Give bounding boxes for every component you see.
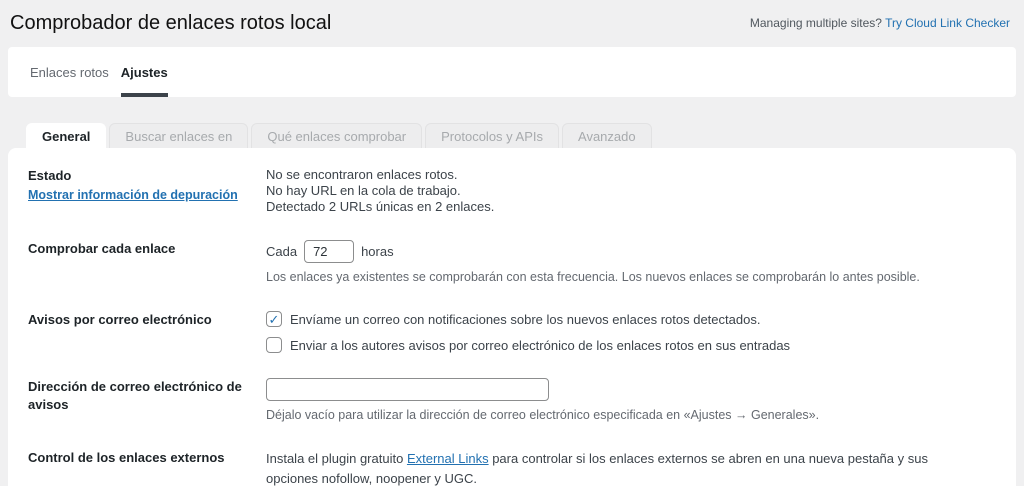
row-email-notifications: Avisos por correo electrónico Envíame un… [20, 311, 996, 353]
notification-email-description: Déjalo vacío para utilizar la dirección … [266, 407, 996, 424]
checkbox-unchecked-icon[interactable] [266, 337, 282, 353]
row-notification-email: Dirección de correo electrónico de aviso… [20, 378, 996, 424]
notify-authors-label[interactable]: Enviar a los autores avisos por correo e… [290, 338, 790, 353]
row-status: Estado Mostrar información de depuración… [20, 167, 996, 215]
manage-sites-text: Managing multiple sites? [750, 16, 885, 30]
check-interval-description: Los enlaces ya existentes se comprobarán… [266, 269, 996, 286]
tab-buscar-enlaces-en[interactable]: Buscar enlaces en [109, 123, 248, 148]
interval-suffix: horas [361, 244, 394, 259]
tab-enlaces-rotos[interactable]: Enlaces rotos [30, 47, 109, 97]
external-links-text-before: Instala el plugin gratuito [266, 451, 407, 466]
interval-hours-input[interactable] [304, 240, 354, 263]
tab-general[interactable]: General [26, 123, 106, 148]
settings-panel: Estado Mostrar información de depuración… [8, 148, 1016, 486]
status-label: Estado [28, 167, 266, 185]
notify-authors-option[interactable]: Enviar a los autores avisos por correo e… [266, 337, 996, 353]
admin-topbar: Comprobador de enlaces rotos local Manag… [0, 0, 1024, 47]
interval-prefix: Cada [266, 244, 297, 259]
external-links-label: Control de los enlaces externos [28, 449, 266, 467]
settings-tab-bar: General Buscar enlaces en Qué enlaces co… [26, 123, 1024, 148]
main-tab-bar: Enlaces rotos Ajustes [8, 47, 1016, 97]
page-title: Comprobador de enlaces rotos local [10, 12, 331, 35]
external-links-paragraph: Instala el plugin gratuito External Link… [266, 449, 978, 486]
checkbox-checked-icon[interactable] [266, 311, 282, 327]
email-notifications-label: Avisos por correo electrónico [28, 311, 266, 329]
check-interval-label: Comprobar cada enlace [28, 240, 266, 258]
notify-me-option[interactable]: Envíame un correo con notificaciones sob… [266, 311, 996, 327]
row-external-links: Control de los enlaces externos Instala … [20, 449, 996, 486]
notification-email-label: Dirección de correo electrónico de aviso… [28, 378, 266, 414]
status-line: Detectado 2 URLs únicas en 2 enlaces. [266, 199, 996, 215]
status-line: No se encontraron enlaces rotos. [266, 167, 996, 183]
show-debug-info-link[interactable]: Mostrar información de depuración [28, 188, 238, 202]
row-check-interval: Comprobar cada enlace Cada horas Los enl… [20, 240, 996, 286]
status-line: No hay URL en la cola de trabajo. [266, 183, 996, 199]
tab-que-enlaces-comprobar[interactable]: Qué enlaces comprobar [251, 123, 422, 148]
tab-avanzado[interactable]: Avanzado [562, 123, 652, 148]
cloud-link-checker-link[interactable]: Try Cloud Link Checker [885, 16, 1010, 30]
tab-ajustes[interactable]: Ajustes [121, 47, 168, 97]
external-links-plugin-link[interactable]: External Links [407, 451, 489, 466]
manage-sites-note: Managing multiple sites? Try Cloud Link … [750, 12, 1010, 30]
tab-protocolos-y-apis[interactable]: Protocolos y APIs [425, 123, 559, 148]
notification-email-input[interactable] [266, 378, 549, 401]
notify-me-label[interactable]: Envíame un correo con notificaciones sob… [290, 312, 760, 327]
